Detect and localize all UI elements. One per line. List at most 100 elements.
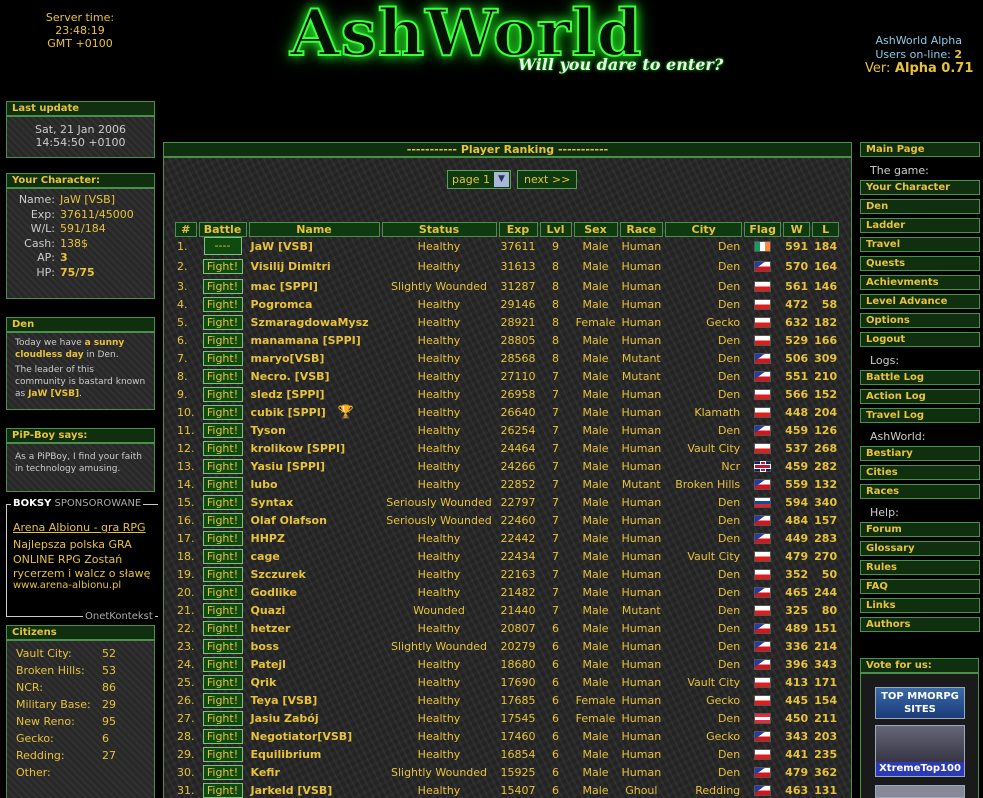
player-losses: 184 <box>814 239 838 253</box>
fight-button[interactable]: Fight! <box>202 386 243 402</box>
player-name-link[interactable]: Tyson <box>251 424 286 437</box>
nav-level-advance[interactable]: Level Advance <box>860 294 980 309</box>
player-name-link[interactable]: Jarkeld [VSB] <box>251 784 333 797</box>
player-name-link[interactable]: hetzer <box>251 622 291 635</box>
next-page-button[interactable]: next >> <box>517 170 578 189</box>
vote-banner-3[interactable] <box>875 785 965 798</box>
fight-button[interactable]: Fight! <box>202 638 243 654</box>
player-name-link[interactable]: Kefir <box>251 766 280 779</box>
fight-button[interactable]: Fight! <box>202 440 243 456</box>
nav-forum[interactable]: Forum <box>860 522 980 537</box>
player-name-link[interactable]: Negotiator[VSB] <box>251 730 353 743</box>
player-name-link[interactable]: manamana [SPPI] <box>251 334 361 347</box>
player-name-link[interactable]: cage <box>251 550 280 563</box>
fight-button[interactable]: Fight! <box>202 494 243 510</box>
player-name-link[interactable]: maryo[VSB] <box>251 352 325 365</box>
nav-links[interactable]: Links <box>860 598 980 613</box>
nav-rules[interactable]: Rules <box>860 560 980 575</box>
nav-ladder[interactable]: Ladder <box>860 218 980 233</box>
fight-button[interactable]: Fight! <box>202 602 243 618</box>
nav-cities[interactable]: Cities <box>860 465 980 480</box>
chevron-down-icon[interactable]: ▼ <box>494 172 509 187</box>
flag-cell <box>744 637 781 655</box>
nav-battle-log[interactable]: Battle Log <box>860 370 980 385</box>
sponsored-footer[interactable]: OnetKontekst <box>83 611 155 622</box>
player-name-link[interactable]: HHPZ <box>251 532 285 545</box>
player-name-link[interactable]: Patejl <box>251 658 286 671</box>
fight-button[interactable]: Fight! <box>202 710 243 726</box>
fight-button[interactable]: Fight! <box>202 728 243 744</box>
player-name-link[interactable]: boss <box>251 640 280 653</box>
fight-button[interactable]: Fight! <box>202 656 243 672</box>
player-name-link[interactable]: Necro. [VSB] <box>251 370 330 383</box>
sponsored-link[interactable]: Arena Albionu - gra RPG <box>13 521 146 534</box>
nav-travel-log[interactable]: Travel Log <box>860 408 980 423</box>
fight-button[interactable]: Fight! <box>202 692 243 708</box>
fight-button[interactable]: Fight! <box>202 258 243 274</box>
player-level: 7 <box>552 567 559 581</box>
nav-travel[interactable]: Travel <box>860 237 980 252</box>
rank-number: 13. <box>177 459 195 473</box>
player-name-link[interactable]: mac [SPPI] <box>251 280 318 293</box>
nav-faq[interactable]: FAQ <box>860 579 980 594</box>
player-name-link[interactable]: sledz [SPPI] <box>251 388 325 401</box>
player-name-link[interactable]: Pogromca <box>251 298 313 311</box>
fight-button[interactable]: Fight! <box>202 782 243 798</box>
fight-button[interactable]: Fight! <box>202 350 243 366</box>
nav-logout[interactable]: Logout <box>860 332 980 347</box>
page-select[interactable]: page 1 ▼ <box>447 170 511 189</box>
fight-button[interactable]: Fight! <box>202 530 243 546</box>
nav-bestiary[interactable]: Bestiary <box>860 446 980 461</box>
nav-glossary[interactable]: Glossary <box>860 541 980 556</box>
player-name-link[interactable]: JaW [VSB] <box>251 240 313 253</box>
sponsored-url[interactable]: www.arena-albionu.pl <box>13 580 121 591</box>
nav-achievments[interactable]: Achievments <box>860 275 980 290</box>
player-name-link[interactable]: Teya [VSB] <box>251 694 318 707</box>
fight-button[interactable]: Fight! <box>202 512 243 528</box>
player-name-link[interactable]: Godlike <box>251 586 297 599</box>
player-name-link[interactable]: lubo <box>251 478 278 491</box>
player-name-link[interactable]: Equilibrium <box>251 748 322 761</box>
player-name-link[interactable]: Szczurek <box>251 568 306 581</box>
player-name-link[interactable]: SzmaragdowaMysz <box>251 316 369 329</box>
sponsored-text[interactable]: Najlepsza polska GRA ONLINE RPG Zostań r… <box>13 538 161 582</box>
fight-button[interactable]: Fight! <box>202 458 243 474</box>
player-name-link[interactable]: Visilij Dimitri <box>251 260 331 273</box>
fight-button[interactable]: Fight! <box>202 566 243 582</box>
nav-quests[interactable]: Quests <box>860 256 980 271</box>
player-losses: 164 <box>814 259 838 273</box>
nav-authors[interactable]: Authors <box>860 617 980 632</box>
player-name-link[interactable]: cubik [SPPI] <box>251 406 326 419</box>
player-name-link[interactable]: Quazi <box>251 604 286 617</box>
nav-options[interactable]: Options <box>860 313 980 328</box>
nav-main-page[interactable]: Main Page <box>860 142 980 157</box>
fight-button[interactable]: Fight! <box>202 476 243 492</box>
fight-button[interactable]: Fight! <box>202 422 243 438</box>
fight-button[interactable]: Fight! <box>202 548 243 564</box>
fight-button[interactable]: Fight! <box>202 332 243 348</box>
vote-banner-xtremetop100[interactable]: XtremeTop100 <box>875 725 965 777</box>
player-name-link[interactable]: Jasiu Zabój <box>251 712 319 725</box>
site-logo[interactable]: AshWorld Will you dare to enter? <box>230 0 750 82</box>
player-name-link[interactable]: krolikow [SPPI] <box>251 442 346 455</box>
fight-button[interactable]: Fight! <box>202 584 243 600</box>
nav-races[interactable]: Races <box>860 484 980 499</box>
player-name-link[interactable]: Syntax <box>251 496 294 509</box>
fight-button[interactable]: Fight! <box>202 620 243 636</box>
fight-button[interactable]: Fight! <box>202 296 243 312</box>
fight-button[interactable]: Fight! <box>202 404 243 420</box>
fight-button[interactable]: Fight! <box>202 746 243 762</box>
nav-your-character[interactable]: Your Character <box>860 180 980 195</box>
player-name-link[interactable]: Yasiu [SPPI] <box>251 460 326 473</box>
self-battle-button[interactable]: ---- <box>203 237 242 255</box>
fight-button[interactable]: Fight! <box>202 278 243 294</box>
vote-banner-top-mmorpg[interactable]: TOP MMORPG SITES <box>875 687 965 719</box>
fight-button[interactable]: Fight! <box>202 674 243 690</box>
fight-button[interactable]: Fight! <box>202 314 243 330</box>
fight-button[interactable]: Fight! <box>202 764 243 780</box>
fight-button[interactable]: Fight! <box>202 368 243 384</box>
player-name-link[interactable]: Qrik <box>251 676 277 689</box>
nav-den[interactable]: Den <box>860 199 980 214</box>
nav-action-log[interactable]: Action Log <box>860 389 980 404</box>
player-name-link[interactable]: Olaf Olafson <box>251 514 327 527</box>
